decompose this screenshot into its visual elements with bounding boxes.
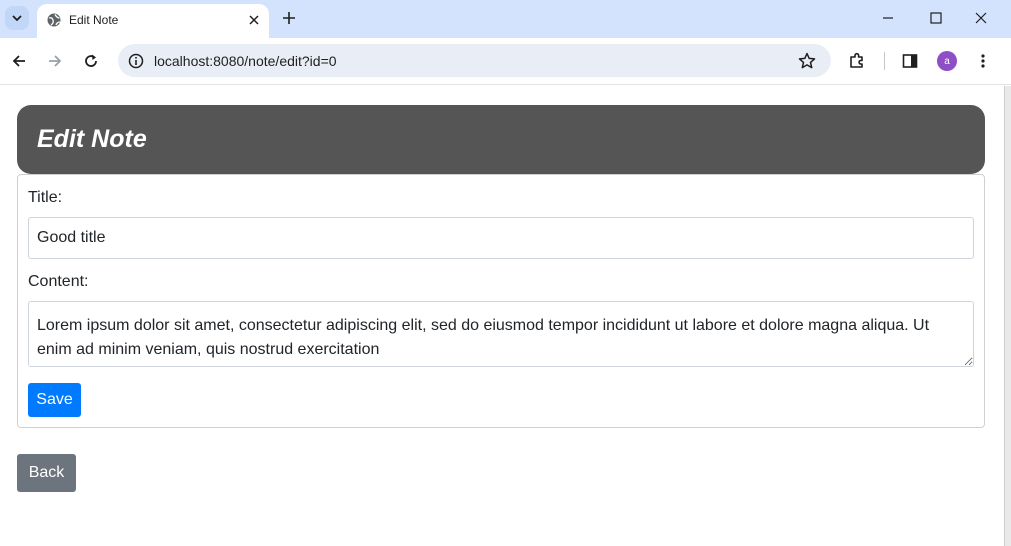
page-title: Edit Note (37, 125, 147, 153)
window-edge (1004, 86, 1011, 546)
active-tab[interactable]: Edit Note (37, 4, 269, 38)
maximize-button[interactable] (914, 4, 958, 32)
extensions-button[interactable] (845, 49, 869, 73)
plus-icon (283, 12, 295, 24)
page-content: Edit Note Title: Content: Lorem ipsum do… (0, 86, 1011, 546)
star-icon (798, 52, 816, 69)
side-panel-button[interactable] (898, 49, 922, 73)
address-bar[interactable]: localhost:8080/note/edit?id=0 (118, 44, 831, 77)
back-nav-button[interactable] (7, 49, 31, 73)
profile-avatar[interactable]: a (937, 51, 957, 71)
browser-title-bar: Edit Note (0, 0, 1011, 38)
site-info-button[interactable] (124, 49, 148, 73)
content-textarea[interactable]: Lorem ipsum dolor sit amet, consectetur … (28, 301, 974, 367)
browser-toolbar: localhost:8080/note/edit?id=0 a (0, 38, 1011, 85)
more-vertical-icon (981, 54, 985, 68)
title-input[interactable] (28, 217, 974, 259)
back-button[interactable]: Back (17, 454, 76, 492)
url-text: localhost:8080/note/edit?id=0 (154, 53, 337, 69)
save-button[interactable]: Save (28, 383, 81, 417)
close-window-button[interactable] (959, 4, 1003, 32)
close-icon (249, 15, 259, 25)
close-icon (975, 12, 987, 24)
toolbar-divider (884, 52, 885, 70)
minimize-button[interactable] (866, 4, 910, 32)
title-label: Title: (28, 189, 63, 206)
content-label: Content: (28, 273, 89, 290)
minimize-icon (883, 17, 893, 19)
globe-icon (47, 13, 61, 27)
forward-nav-button[interactable] (43, 49, 67, 73)
browser-menu-button[interactable] (971, 49, 995, 73)
side-panel-icon (902, 54, 918, 68)
page-header: Edit Note (17, 105, 985, 174)
tab-search-button[interactable] (5, 6, 29, 30)
tab-close-button[interactable] (245, 11, 263, 29)
info-icon (128, 53, 144, 69)
chevron-down-icon (12, 15, 22, 22)
arrow-right-icon (49, 55, 62, 67)
maximize-icon (930, 12, 942, 24)
arrow-left-icon (12, 55, 25, 67)
reload-button[interactable] (79, 49, 103, 73)
new-tab-button[interactable] (278, 7, 300, 29)
puzzle-icon (850, 52, 863, 68)
reload-icon (85, 54, 97, 67)
bookmark-button[interactable] (795, 49, 819, 73)
edit-note-form: Title: Content: Lorem ipsum dolor sit am… (17, 174, 985, 428)
tab-title: Edit Note (69, 13, 119, 27)
